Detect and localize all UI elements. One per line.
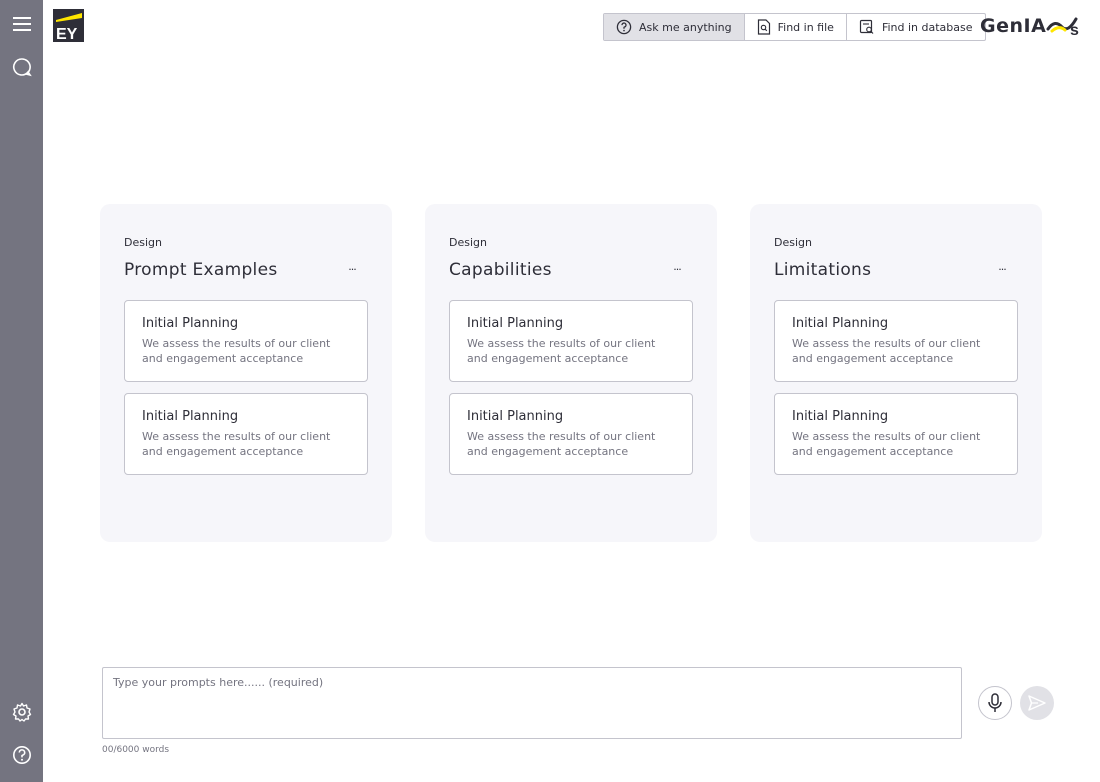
card-description: We assess the results of our client and … [142, 430, 331, 458]
panel-eyebrow: Design [449, 236, 487, 249]
panel-capabilities: Design Capabilities ··· Initial Planning… [425, 204, 717, 542]
find-in-file-button[interactable]: Find in file [745, 14, 847, 40]
mode-selector: Ask me anything Find in file Find in dat… [603, 13, 986, 41]
microphone-icon [988, 693, 1002, 712]
help-circle-icon [616, 19, 632, 35]
card-description: We assess the results of our client and … [792, 430, 981, 458]
ask-anything-button[interactable]: Ask me anything [604, 14, 745, 40]
panel-title: Limitations [774, 260, 872, 280]
svg-text:EY: EY [56, 26, 78, 42]
settings-icon[interactable] [8, 698, 35, 725]
panel-eyebrow: Design [124, 236, 162, 249]
card-title: Initial Planning [792, 409, 889, 424]
card-title: Initial Planning [142, 316, 239, 331]
ey-logo: EY [53, 9, 84, 43]
card-title: Initial Planning [792, 316, 889, 331]
ask-anything-label: Ask me anything [639, 20, 732, 34]
prompt-card[interactable]: Initial Planning We assess the results o… [124, 300, 368, 382]
panel-prompt-examples: Design Prompt Examples ··· Initial Plann… [100, 204, 392, 542]
menu-icon[interactable] [8, 10, 35, 37]
chat-icon[interactable] [8, 53, 35, 80]
file-search-icon [757, 19, 770, 35]
more-options-icon[interactable]: ··· [990, 260, 1014, 278]
send-button[interactable] [1020, 686, 1054, 720]
find-in-database-label: Find in database [881, 20, 973, 34]
prompt-card[interactable]: Initial Planning We assess the results o… [449, 393, 693, 475]
microphone-button[interactable] [978, 686, 1012, 720]
word-count: 00/6000 words [102, 745, 170, 755]
panel-eyebrow: Design [774, 236, 812, 249]
find-in-database-button[interactable]: Find in database [847, 14, 985, 40]
prompt-card[interactable]: Initial Planning We assess the results o… [124, 393, 368, 475]
card-description: We assess the results of our client and … [467, 430, 656, 458]
prompt-card[interactable]: Initial Planning We assess the results o… [774, 393, 1018, 475]
panel-title: Prompt Examples [124, 260, 278, 280]
svg-text:s: s [1070, 22, 1079, 37]
genia-brand: GenIA s [980, 14, 1080, 38]
prompt-card[interactable]: Initial Planning We assess the results o… [449, 300, 693, 382]
card-description: We assess the results of our client and … [467, 337, 656, 365]
card-title: Initial Planning [467, 409, 564, 424]
card-description: We assess the results of our client and … [142, 337, 331, 365]
send-icon [1028, 695, 1046, 711]
database-search-icon [859, 19, 874, 34]
panel-title: Capabilities [449, 260, 552, 280]
help-icon[interactable] [8, 741, 35, 768]
brand-mark-icon: s [1046, 17, 1079, 37]
card-title: Initial Planning [467, 316, 564, 331]
prompt-input[interactable] [102, 667, 962, 739]
card-title: Initial Planning [142, 409, 239, 424]
find-in-file-label: Find in file [777, 20, 834, 34]
panel-limitations: Design Limitations ··· Initial Planning … [750, 204, 1042, 542]
sidebar [0, 0, 43, 782]
more-options-icon[interactable]: ··· [340, 260, 364, 278]
prompt-card[interactable]: Initial Planning We assess the results o… [774, 300, 1018, 382]
brand-name: GenIA [980, 15, 1047, 37]
card-description: We assess the results of our client and … [792, 337, 981, 365]
more-options-icon[interactable]: ··· [665, 260, 689, 278]
